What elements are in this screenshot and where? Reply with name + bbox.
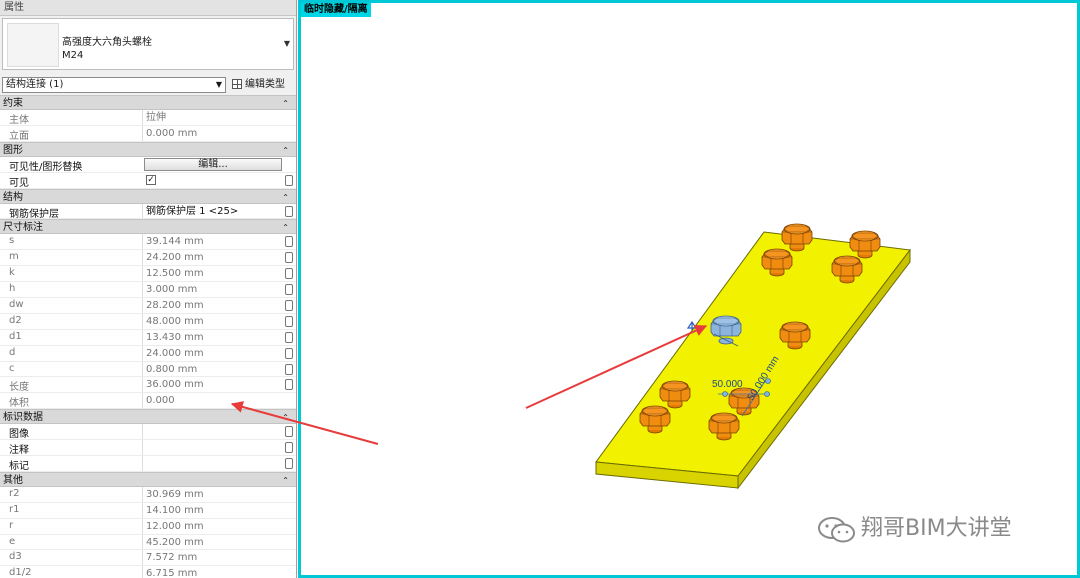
- watermark: 翔哥BIM大讲堂: [817, 512, 1057, 546]
- wechat-icon: [818, 517, 855, 543]
- steel-plate[interactable]: [595, 231, 911, 490]
- model-scene[interactable]: 50.000 50.000 mm: [0, 0, 1080, 578]
- watermark-text: 翔哥BIM大讲堂: [861, 516, 1012, 541]
- dimension-text[interactable]: 50.000: [712, 379, 743, 390]
